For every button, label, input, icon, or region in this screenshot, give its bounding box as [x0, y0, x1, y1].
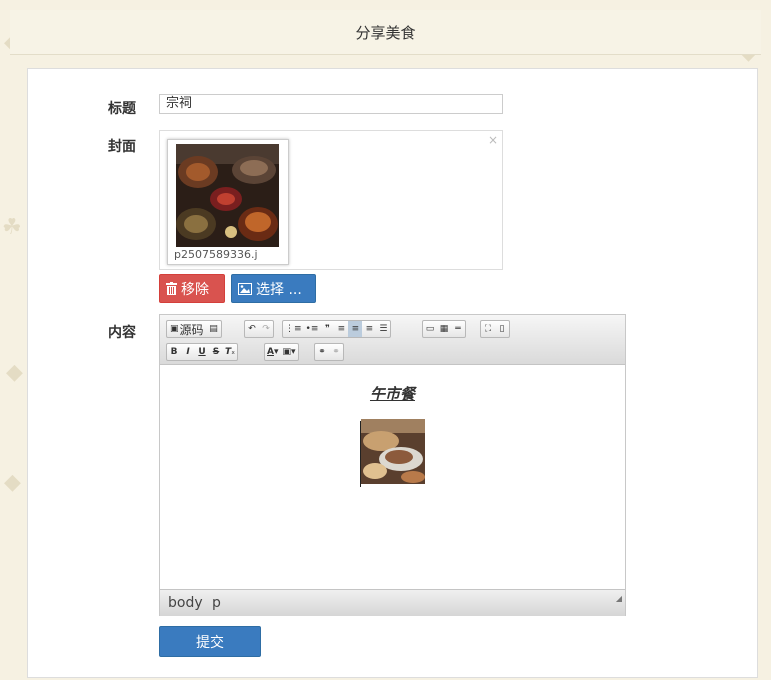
element-path-p[interactable]: p — [212, 595, 221, 611]
content-label: 内容 — [108, 325, 136, 341]
resize-handle-icon[interactable]: ◢ — [616, 594, 622, 603]
unlink-icon: ⚭ — [332, 347, 340, 357]
text-color-icon: A▾ — [267, 347, 279, 357]
title-input[interactable]: 宗祠 — [159, 94, 503, 114]
toolbar-group-paragraph: ⋮≡ •≡ ❞ ≡ ≡ ≡ ☰ — [282, 320, 392, 338]
page-header: 分享美食 — [10, 10, 761, 55]
toolbar-group-view: ⛶ ▯ — [480, 320, 510, 338]
redo-icon: ↷ — [262, 324, 270, 334]
align-center-button[interactable]: ≡ — [348, 321, 363, 337]
undo-icon: ↶ — [248, 324, 256, 334]
toolbar-group-insert: ▭ ▦ ═ — [422, 320, 466, 338]
cover-filename: p2507589336.j — [174, 248, 258, 261]
numbered-list-icon: ⋮≡ — [285, 324, 302, 334]
editor-content[interactable]: 午市餐 — [160, 365, 625, 589]
underline-button[interactable]: U — [195, 344, 209, 360]
content-image[interactable] — [361, 419, 425, 484]
strike-button[interactable]: S — [209, 344, 223, 360]
choose-file-button[interactable]: 选择 ... — [231, 274, 316, 303]
bulleted-list-button[interactable]: •≡ — [304, 321, 321, 337]
remove-format-button[interactable]: Tₓ — [223, 344, 237, 360]
choose-file-label: 选择 ... — [256, 281, 302, 298]
cover-thumbnail: p2507589336.j — [167, 139, 289, 265]
title-input-value: 宗祠 — [166, 96, 193, 111]
source-icon: ▣ — [170, 324, 179, 334]
cover-upload-box: × p2507589336.j — [159, 130, 503, 270]
rich-text-editor: ▣ 源码 ▤ ↶ ↷ ⋮≡ •≡ ❞ ≡ ≡ ≡ ☰ ▭ ▦ ═ ⛶ ▯ B I… — [159, 314, 626, 616]
strike-icon: S — [212, 347, 220, 357]
image-icon — [238, 282, 252, 295]
remove-button-label: 移除 — [181, 281, 209, 298]
bg-color-button[interactable]: ▣▾ — [281, 344, 298, 360]
editor-status-bar: body p ◢ — [160, 589, 625, 616]
insert-table-button[interactable]: ▦ — [437, 321, 451, 337]
toolbar-group-links: ⚭ ⚭ — [314, 343, 344, 361]
align-right-button[interactable]: ≡ — [362, 321, 376, 337]
underline-icon: U — [198, 347, 206, 357]
italic-button[interactable]: I — [181, 344, 195, 360]
maximize-icon: ⛶ — [484, 324, 492, 334]
show-blocks-button[interactable]: ▯ — [495, 321, 509, 337]
content-heading: 午市餐 — [369, 385, 415, 403]
bold-icon: B — [170, 347, 178, 357]
redo-button[interactable]: ↷ — [259, 321, 273, 337]
submit-button-label: 提交 — [196, 634, 224, 651]
bulleted-list-icon: •≡ — [305, 324, 319, 334]
horizontal-line-icon: ═ — [455, 324, 461, 334]
maximize-button[interactable]: ⛶ — [481, 321, 495, 337]
align-left-button[interactable]: ≡ — [334, 321, 348, 337]
trash-icon — [166, 282, 177, 295]
bg-color-icon: ▣▾ — [282, 347, 296, 357]
source-button[interactable]: ▣ 源码 — [167, 321, 207, 337]
cover-image — [176, 144, 279, 247]
link-button[interactable]: ⚭ — [315, 344, 329, 360]
template-icon: ▤ — [209, 324, 218, 334]
italic-icon: I — [186, 347, 190, 357]
remove-format-icon: Tₓ — [225, 347, 236, 357]
page-title: 分享美食 — [355, 24, 416, 42]
element-path-body[interactable]: body — [168, 595, 203, 611]
justify-button[interactable]: ☰ — [376, 321, 390, 337]
background-pattern: ◆ — [4, 470, 21, 495]
cover-label: 封面 — [108, 139, 136, 155]
unlink-button[interactable]: ⚭ — [329, 344, 343, 360]
text-color-button[interactable]: A▾ — [265, 344, 281, 360]
justify-icon: ☰ — [379, 324, 388, 334]
source-button-label: 源码 — [179, 322, 204, 337]
show-blocks-icon: ▯ — [499, 324, 505, 334]
align-left-icon: ≡ — [337, 324, 346, 334]
toolbar-group-history: ↶ ↷ — [244, 320, 274, 338]
remove-button[interactable]: 移除 — [159, 274, 225, 303]
background-pattern: ☘ — [2, 215, 22, 240]
submit-button[interactable]: 提交 — [159, 626, 261, 657]
blockquote-icon: ❞ — [324, 324, 330, 334]
close-icon[interactable]: × — [488, 133, 498, 147]
align-right-icon: ≡ — [365, 324, 374, 334]
toolbar-group-colors: A▾ ▣▾ — [264, 343, 299, 361]
title-label: 标题 — [108, 101, 136, 117]
insert-image-button[interactable]: ▭ — [423, 321, 437, 337]
numbered-list-button[interactable]: ⋮≡ — [283, 321, 304, 337]
table-icon: ▦ — [439, 324, 449, 334]
toolbar-group-basic-styles: B I U S Tₓ — [166, 343, 239, 361]
blockquote-button[interactable]: ❞ — [320, 321, 334, 337]
undo-button[interactable]: ↶ — [245, 321, 259, 337]
align-center-icon: ≡ — [351, 324, 360, 334]
background-pattern: ◆ — [6, 360, 23, 385]
image-icon: ▭ — [425, 324, 435, 334]
bold-button[interactable]: B — [167, 344, 181, 360]
editor-toolbar: ▣ 源码 ▤ ↶ ↷ ⋮≡ •≡ ❞ ≡ ≡ ≡ ☰ ▭ ▦ ═ ⛶ ▯ B I… — [160, 315, 625, 365]
link-icon: ⚭ — [318, 347, 326, 357]
horizontal-line-button[interactable]: ═ — [451, 321, 465, 337]
toolbar-group-document: ▣ 源码 ▤ — [166, 320, 222, 338]
template-button[interactable]: ▤ — [207, 321, 221, 337]
